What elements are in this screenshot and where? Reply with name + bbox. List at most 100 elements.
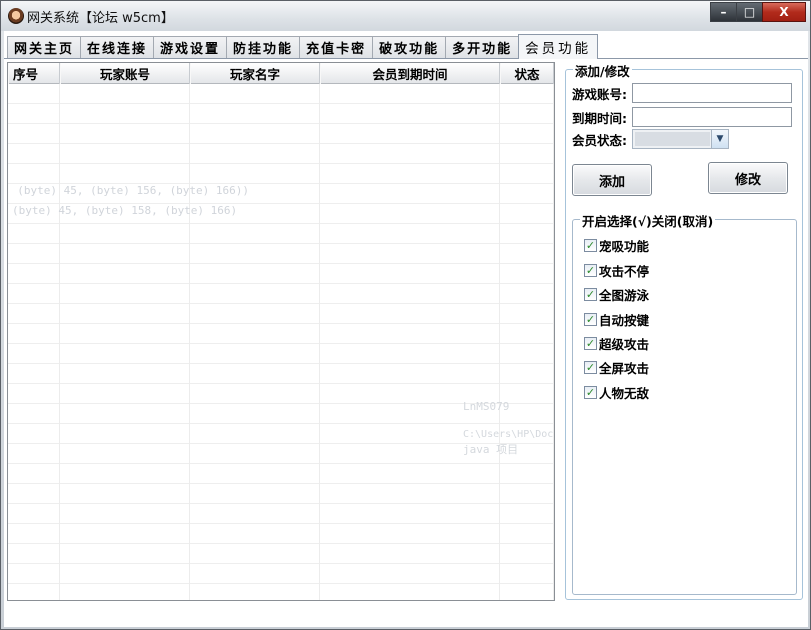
table-cell: [320, 464, 500, 484]
table-cell: [60, 104, 190, 124]
checkbox-auto-key[interactable]: ✓ 自动按键: [584, 311, 650, 328]
table-body: [8, 84, 554, 600]
table-cell: [500, 584, 554, 600]
table-cell: [8, 84, 60, 104]
column-header-status[interactable]: 状态: [500, 63, 554, 84]
checkbox-label: 全图游泳: [599, 287, 650, 303]
checkbox-label: 自动按键: [599, 312, 650, 328]
maximize-button[interactable]: □: [736, 2, 763, 22]
title-bar[interactable]: 网关系统【论坛 w5cm】 – □ X: [1, 1, 810, 31]
tab-anti-cheat[interactable]: 防挂功能: [226, 36, 301, 58]
column-header-index[interactable]: 序号: [8, 63, 60, 84]
table-row: [8, 224, 554, 244]
table-cell: [500, 504, 554, 524]
table-cell: [8, 364, 60, 384]
check-icon: ✓: [584, 336, 597, 350]
member-table[interactable]: 序号 玩家账号 玩家名字 会员到期时间 状态 , (byte) 45, (byt…: [7, 62, 555, 601]
checkbox-invincible[interactable]: ✓ 人物无敌: [584, 384, 650, 401]
table-cell: [190, 164, 320, 184]
table-row: [8, 464, 554, 484]
table-cell: [190, 584, 320, 600]
tab-game-settings[interactable]: 游戏设置: [153, 36, 228, 58]
table-row: [8, 164, 554, 184]
table-cell: [320, 164, 500, 184]
table-cell: [60, 324, 190, 344]
column-header-account[interactable]: 玩家账号: [60, 63, 190, 84]
table-cell: [8, 264, 60, 284]
tab-multi-client[interactable]: 多开功能: [445, 36, 520, 58]
tab-break-attack[interactable]: 破攻功能: [372, 36, 447, 58]
add-edit-title: 添加/修改: [573, 61, 632, 80]
table-row: [8, 104, 554, 124]
checkbox-label: 宠吸功能: [599, 238, 650, 254]
checkbox-nonstop-attack[interactable]: ✓ 攻击不停: [584, 262, 649, 279]
minimize-button[interactable]: –: [710, 2, 737, 22]
background-text: java 项目: [463, 443, 519, 456]
table-cell: [320, 484, 500, 504]
checkbox-pet-absorb[interactable]: ✓ 宠吸功能: [584, 237, 650, 254]
tab-recharge-cards[interactable]: 充值卡密: [299, 36, 374, 58]
table-cell: [320, 144, 500, 164]
status-label: 会员状态:: [572, 132, 627, 148]
table-cell: [60, 524, 190, 544]
table-cell: [500, 524, 554, 544]
table-cell: [500, 484, 554, 504]
table-cell: [500, 344, 554, 364]
check-icon: ✓: [584, 287, 597, 301]
table-cell: [320, 224, 500, 244]
table-cell: [60, 124, 190, 144]
checkbox-super-attack[interactable]: ✓ 超级攻击: [584, 335, 649, 352]
table-cell: [8, 564, 60, 584]
table-cell: [190, 564, 320, 584]
table-cell: [190, 284, 320, 304]
table-row: [8, 544, 554, 564]
table-cell: [8, 384, 60, 404]
table-row: [8, 564, 554, 584]
table-cell: [320, 304, 500, 324]
table-cell: [190, 364, 320, 384]
table-cell: [8, 404, 60, 424]
avatar-icon: [8, 8, 24, 24]
checkbox-label: 人物无敌: [599, 385, 650, 401]
tab-gateway-home[interactable]: 网关主页: [7, 36, 82, 58]
column-header-name[interactable]: 玩家名字: [190, 63, 320, 84]
tab-member-features[interactable]: 会员功能: [518, 34, 599, 59]
background-text: (byte) 45, (byte) 158, (byte) 166): [12, 204, 238, 217]
table-cell: [500, 84, 554, 104]
table-cell: [60, 364, 190, 384]
close-button[interactable]: X: [762, 2, 806, 22]
expire-input[interactable]: [632, 107, 792, 127]
table-cell: [60, 504, 190, 524]
table-cell: [500, 284, 554, 304]
table-cell: [320, 344, 500, 364]
tab-online-connections[interactable]: 在线连接: [80, 36, 155, 58]
add-button[interactable]: 添加: [572, 164, 652, 196]
table-cell: [60, 164, 190, 184]
table-cell: [320, 84, 500, 104]
edit-button[interactable]: 修改: [708, 162, 788, 194]
status-select[interactable]: ▼: [632, 129, 729, 149]
table-cell: [8, 284, 60, 304]
table-cell: [60, 484, 190, 504]
account-input[interactable]: [632, 83, 792, 103]
table-cell: [500, 244, 554, 264]
table-cell: [8, 324, 60, 344]
table-cell: [500, 224, 554, 244]
checkbox-fullscreen-attack[interactable]: ✓ 全屏攻击: [584, 359, 649, 376]
table-cell: [320, 504, 500, 524]
table-row: [8, 344, 554, 364]
checkbox-map-swim[interactable]: ✓ 全图游泳: [584, 286, 650, 303]
table-cell: [500, 204, 554, 224]
chevron-down-icon[interactable]: ▼: [711, 130, 728, 148]
table-cell: [190, 404, 320, 424]
column-header-expire[interactable]: 会员到期时间: [320, 63, 500, 84]
check-icon: ✓: [584, 238, 597, 252]
table-cell: [500, 324, 554, 344]
background-text: C:\Users\HP\Documents\NetBeansProjects\l…: [463, 429, 554, 440]
table-row: [8, 244, 554, 264]
table-cell: [60, 84, 190, 104]
table-cell: [500, 124, 554, 144]
feature-toggle-group: 开启选择(√)关闭(取消) ✓ 宠吸功能 ✓ 攻击不停 ✓ 全图游泳 ✓ 自动按…: [572, 211, 797, 595]
window-controls: – □ X: [710, 2, 806, 22]
table-cell: [8, 304, 60, 324]
